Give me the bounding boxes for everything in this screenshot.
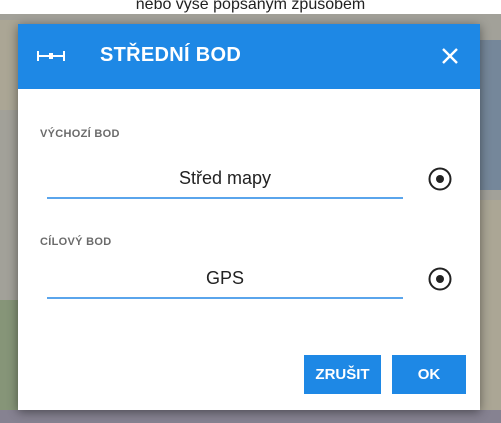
destination-point-label: CÍLOVÝ BOD [40, 236, 112, 248]
target-icon [428, 267, 452, 291]
midpoint-dialog: STŘEDNÍ BOD VÝCHOZÍ BOD CÍLOVÝ BOD ZRUŠI… [18, 24, 480, 410]
start-point-target-button[interactable] [422, 161, 458, 197]
dialog-title: STŘEDNÍ BOD [100, 44, 242, 66]
start-point-label: VÝCHOZÍ BOD [40, 128, 120, 140]
target-icon [428, 167, 452, 191]
ok-button[interactable]: OK [392, 355, 466, 394]
destination-point-field[interactable] [47, 259, 403, 299]
midpoint-icon [36, 46, 66, 66]
destination-point-target-button[interactable] [422, 261, 458, 297]
close-icon [442, 48, 458, 64]
top-caption: nebo výše popsaným způsobem [0, 0, 501, 14]
close-button[interactable] [432, 38, 468, 74]
dialog-header: STŘEDNÍ BOD [18, 24, 480, 89]
cancel-button[interactable]: ZRUŠIT [304, 355, 381, 394]
start-point-field[interactable] [47, 159, 403, 199]
